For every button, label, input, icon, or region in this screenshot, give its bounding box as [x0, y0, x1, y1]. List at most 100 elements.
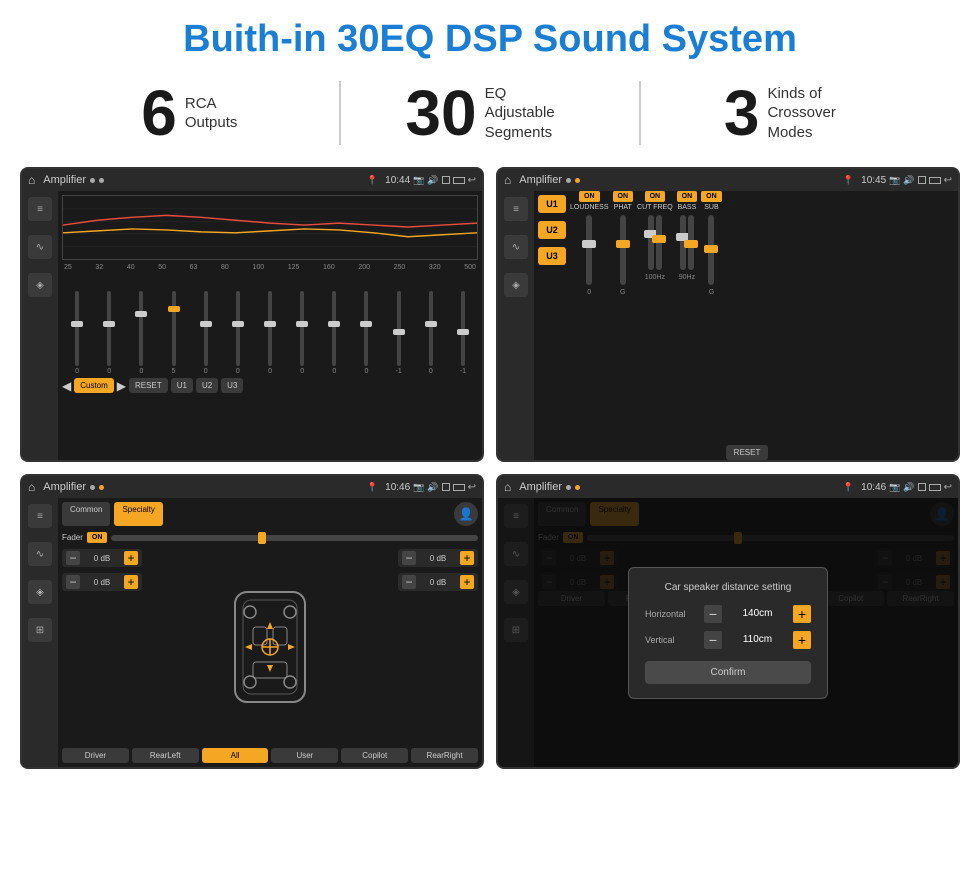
screen3-tab-specialty[interactable]: Specialty — [114, 502, 162, 526]
screen3-expand-icon[interactable]: ⊞ — [28, 618, 52, 642]
eq-slider-4[interactable]: 5 — [158, 291, 188, 375]
screen3-vol-icon: 🔊 — [427, 482, 438, 493]
screen4-status-bar: ⌂ Amplifier 📍 10:46 📷 🔊 ↩ — [498, 476, 958, 498]
screen3-vol3-minus[interactable]: − — [402, 551, 416, 565]
eq-next-btn[interactable]: ▶ — [117, 379, 126, 393]
screen3-vol1-minus[interactable]: − — [66, 551, 80, 565]
screen3-driver-btn[interactable]: Driver — [62, 748, 129, 763]
eq-custom-btn[interactable]: Custom — [74, 378, 114, 393]
screen1-speaker-icon[interactable]: ◈ — [28, 273, 52, 297]
screen4-rect-icon — [929, 484, 941, 491]
eq-slider-10[interactable]: 0 — [351, 291, 381, 375]
eq-u2-btn[interactable]: U2 — [196, 378, 218, 393]
screen1-back-icon[interactable]: ↩ — [468, 175, 476, 186]
screen3-rearright-btn[interactable]: RearRight — [411, 748, 478, 763]
screen2-u2-btn[interactable]: U2 — [538, 221, 566, 239]
screen3-copilot-btn[interactable]: Copilot — [341, 748, 408, 763]
screen1-home-icon[interactable]: ⌂ — [28, 173, 35, 187]
loudness-slider[interactable] — [586, 215, 592, 285]
dialog-horizontal-minus[interactable]: − — [704, 605, 722, 623]
screen3-all-btn[interactable]: All — [202, 748, 269, 763]
eq-slider-1[interactable]: 0 — [62, 291, 92, 375]
screen1-left-icons: ≡ ∿ ◈ — [22, 191, 58, 460]
screen2-time: 10:45 — [861, 175, 886, 186]
screen1-wave-icon[interactable]: ∿ — [28, 235, 52, 259]
screen3-rearleft-btn[interactable]: RearLeft — [132, 748, 199, 763]
screen3-wave-icon[interactable]: ∿ — [28, 542, 52, 566]
screen3-fader-row: Fader ON — [62, 532, 478, 543]
screen3-vol4-plus[interactable]: + — [460, 575, 474, 589]
screen2-home-icon[interactable]: ⌂ — [504, 173, 511, 187]
eq-slider-13[interactable]: -1 — [448, 291, 478, 375]
stat-rca: 6 RCAOutputs — [40, 81, 339, 145]
bass-on-btn[interactable]: ON — [677, 191, 698, 202]
screen4-dialog-overlay: Car speaker distance setting Horizontal … — [498, 498, 958, 767]
screen2-reset-btn[interactable]: RESET — [726, 445, 769, 460]
screen2-amp: ⌂ Amplifier 📍 10:45 📷 🔊 ↩ ≡ ∿ ◈ U1 — [496, 167, 960, 462]
screen3-vol2-plus[interactable]: + — [124, 575, 138, 589]
eq-slider-5[interactable]: 0 — [191, 291, 221, 375]
screen4-cam-icon: 📷 — [889, 482, 900, 493]
cutfreq-on-btn[interactable]: ON — [645, 191, 666, 202]
bass-slider-g[interactable] — [688, 215, 694, 270]
eq-slider-2[interactable]: 0 — [94, 291, 124, 375]
loudness-on-btn[interactable]: ON — [579, 191, 600, 202]
screen3-vol-row-2: − 0 dB + — [62, 573, 142, 591]
eq-slider-12[interactable]: 0 — [416, 291, 446, 375]
dialog-horizontal-plus[interactable]: + — [793, 605, 811, 623]
bass-val: 90Hz — [679, 274, 695, 281]
dialog-vertical-minus[interactable]: − — [704, 631, 722, 649]
screen3-tab-common[interactable]: Common — [62, 502, 110, 526]
eq-bottom-bar: ◀ Custom ▶ RESET U1 U2 U3 — [62, 375, 478, 396]
screen3-vol2-minus[interactable]: − — [66, 575, 80, 589]
screen2-eq-icon[interactable]: ≡ — [504, 197, 528, 221]
screen2-u3-btn[interactable]: U3 — [538, 247, 566, 265]
page-title: Buith-in 30EQ DSP Sound System — [0, 0, 980, 71]
screen3-status-icons: 📍 10:46 📷 🔊 ↩ — [367, 482, 476, 493]
dialog-vertical-value: 110cm — [726, 634, 789, 645]
screen2-wave-icon[interactable]: ∿ — [504, 235, 528, 259]
dialog-vertical-plus[interactable]: + — [793, 631, 811, 649]
eq-prev-btn[interactable]: ◀ — [62, 379, 71, 393]
cutfreq-slider-g[interactable] — [656, 215, 662, 270]
screen3-fader-slider[interactable] — [111, 535, 478, 541]
sub-on-btn[interactable]: ON — [701, 191, 722, 202]
screen2-speaker-icon[interactable]: ◈ — [504, 273, 528, 297]
eq-slider-6[interactable]: 0 — [223, 291, 253, 375]
screen3-fader-on-btn[interactable]: ON — [87, 532, 108, 543]
sub-slider[interactable] — [708, 215, 714, 285]
screen3-vol1-plus[interactable]: + — [124, 551, 138, 565]
screen2-dot2 — [575, 178, 580, 183]
screen3-speaker-icon[interactable]: ◈ — [28, 580, 52, 604]
cutfreq-val: 100Hz — [645, 274, 665, 281]
screen3-vol3-plus[interactable]: + — [460, 551, 474, 565]
eq-slider-9[interactable]: 0 — [319, 291, 349, 375]
screen2-u1-btn[interactable]: U1 — [538, 195, 566, 213]
screen2-back-icon[interactable]: ↩ — [944, 175, 952, 186]
screen1-eq-icon[interactable]: ≡ — [28, 197, 52, 221]
stats-row: 6 RCAOutputs 30 EQ AdjustableSegments 3 … — [0, 71, 980, 159]
eq-u3-btn[interactable]: U3 — [221, 378, 243, 393]
screen4-back-icon[interactable]: ↩ — [944, 482, 952, 493]
screen3-user-btn[interactable]: User — [271, 748, 338, 763]
phat-on-btn[interactable]: ON — [613, 191, 634, 202]
screen3-vol4-val: 0 dB — [419, 578, 457, 587]
screen1-eq: ⌂ Amplifier 📍 10:44 📷 🔊 ↩ ≡ ∿ ◈ — [20, 167, 484, 462]
eq-slider-8[interactable]: 0 — [287, 291, 317, 375]
loudness-label: LOUDNESS — [570, 204, 609, 211]
phat-slider[interactable] — [620, 215, 626, 285]
screen1-status-bar: ⌂ Amplifier 📍 10:44 📷 🔊 ↩ — [22, 169, 482, 191]
screen3-back-icon[interactable]: ↩ — [468, 482, 476, 493]
screen3-eq-icon[interactable]: ≡ — [28, 504, 52, 528]
eq-u1-btn[interactable]: U1 — [171, 378, 193, 393]
screen3-vol4-minus[interactable]: − — [402, 575, 416, 589]
dialog-confirm-button[interactable]: Confirm — [645, 661, 811, 684]
screen4-body: ≡ ∿ ◈ ⊞ Common Specialty 👤 Fader ON — [498, 498, 958, 767]
eq-slider-3[interactable]: 0 — [126, 291, 156, 375]
screen3-home-icon[interactable]: ⌂ — [28, 480, 35, 494]
screen4-home-icon[interactable]: ⌂ — [504, 480, 511, 494]
eq-slider-7[interactable]: 0 — [255, 291, 285, 375]
screen3-dot2 — [99, 485, 104, 490]
eq-slider-11[interactable]: -1 — [384, 291, 414, 375]
eq-reset-btn[interactable]: RESET — [129, 378, 168, 393]
